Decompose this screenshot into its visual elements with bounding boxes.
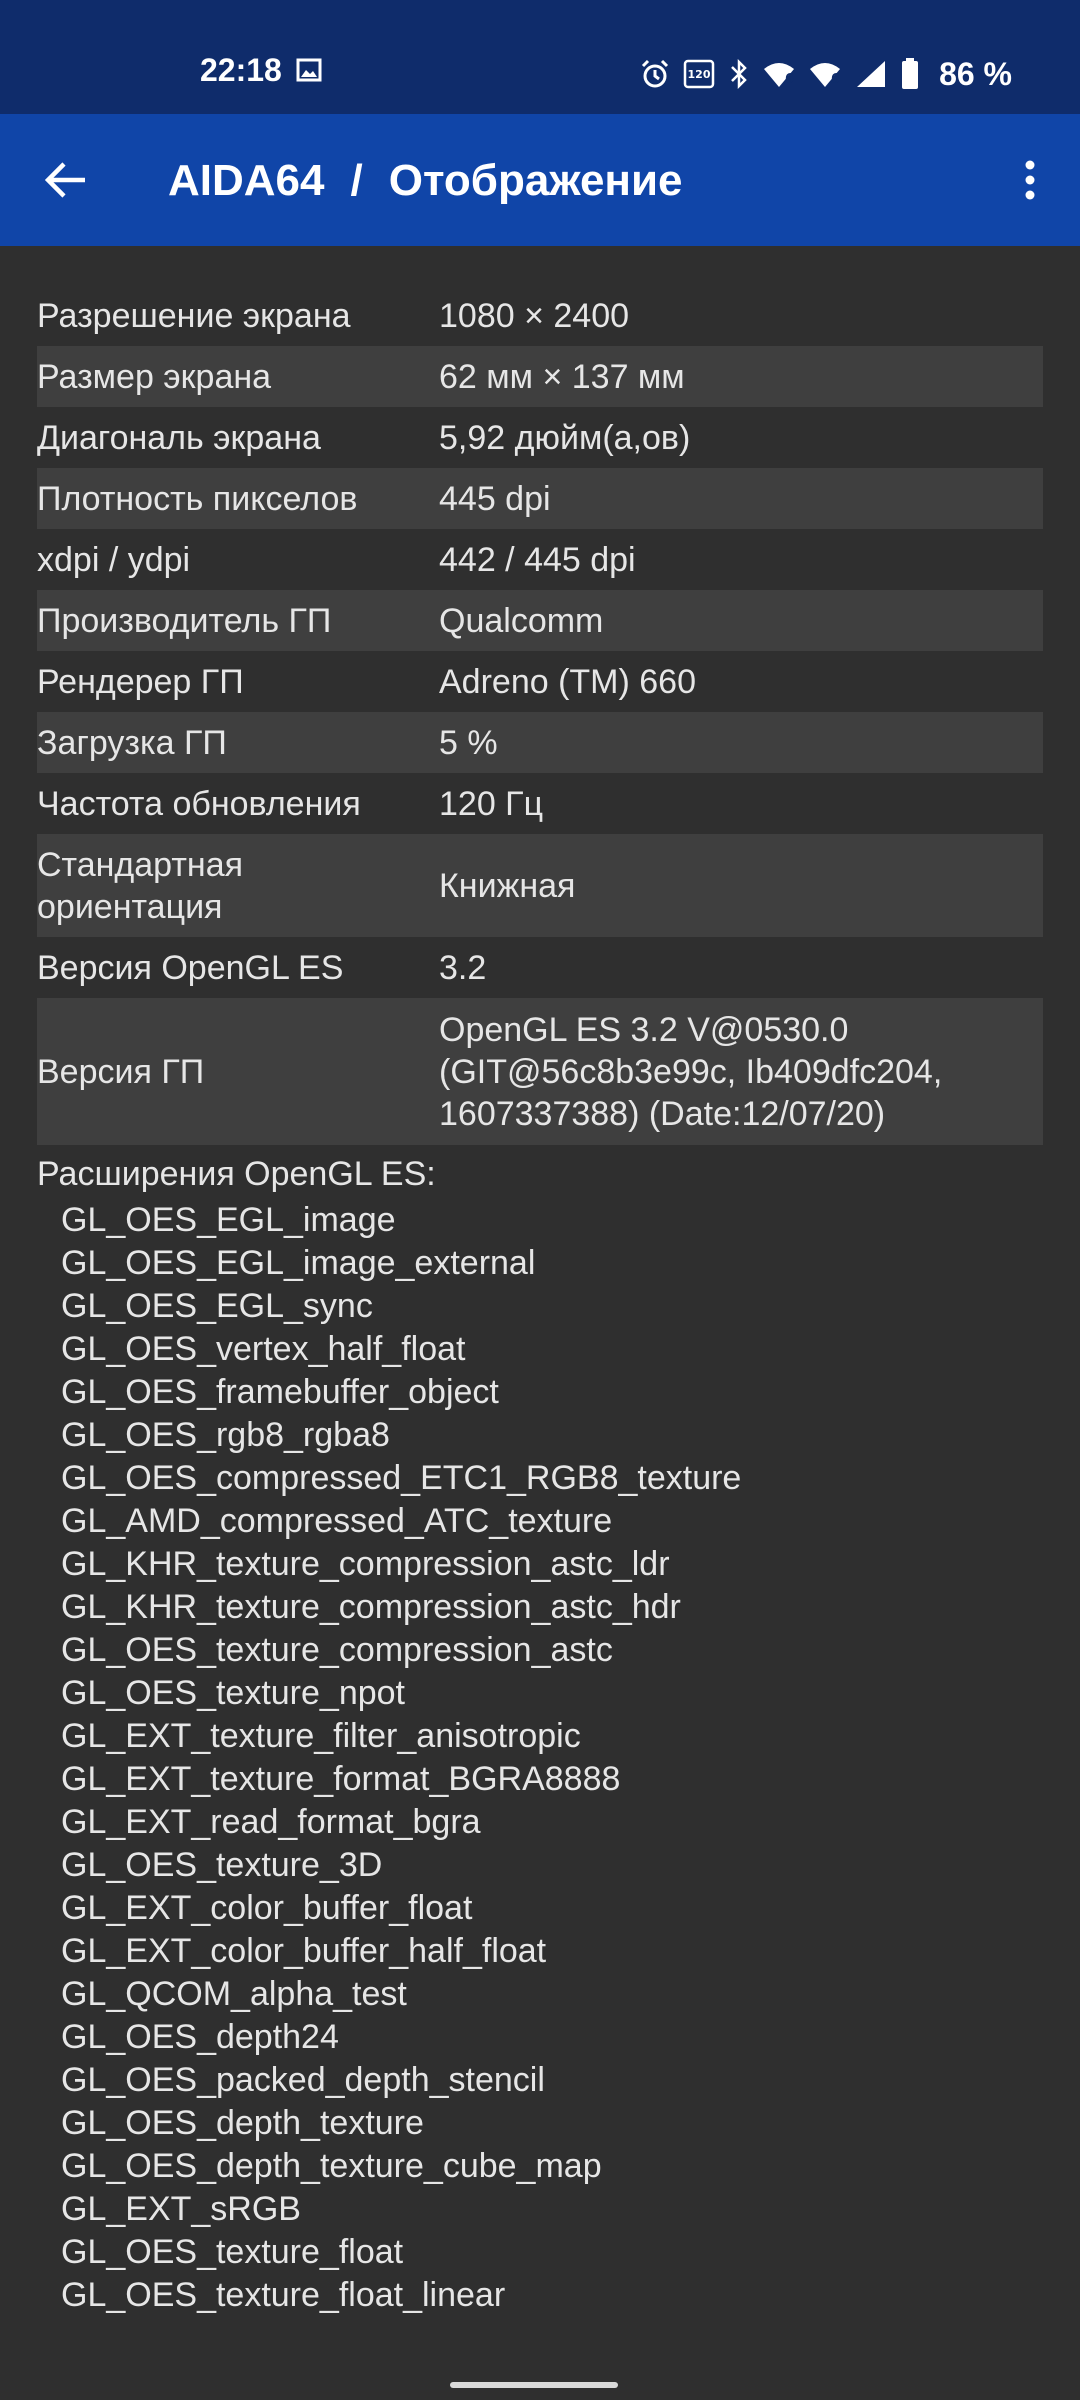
extension-item: GL_OES_texture_compression_astc (61, 1631, 613, 1669)
status-time: 22:18 (200, 52, 282, 88)
more-vert-icon (1025, 160, 1035, 200)
refresh-rate-icon: 120 (683, 59, 715, 89)
back-button[interactable] (36, 150, 96, 210)
extension-item: GL_EXT_sRGB (61, 2190, 301, 2228)
info-row-resolution: Разрешение экрана 1080 × 2400 (37, 285, 1043, 346)
display-info-content: Разрешение экрана 1080 × 2400 Размер экр… (37, 285, 1043, 2317)
extension-item: GL_OES_depth24 (61, 2018, 339, 2056)
refresh-badge-text: 120 (688, 68, 711, 81)
info-row-gpu-load: Загрузка ГП 5 % (37, 712, 1043, 773)
extension-item: GL_EXT_read_format_bgra (61, 1803, 481, 1841)
info-value: 1080 × 2400 (439, 296, 630, 335)
info-label: Разрешение экрана (37, 296, 351, 335)
info-row-pixel-density: Плотность пикселов 445 dpi (37, 468, 1043, 529)
extension-item: GL_OES_rgb8_rgba8 (61, 1416, 390, 1454)
status-icons: 120 6 6 86 % (641, 54, 1012, 94)
extensions-list: GL_OES_EGL_image GL_OES_EGL_image_extern… (61, 1199, 1043, 2317)
app-bar: AIDA64 / Отображение (0, 114, 1080, 246)
extension-item: GL_OES_EGL_image (61, 1201, 396, 1239)
extension-item: GL_EXT_color_buffer_half_float (61, 1932, 547, 1970)
info-label: Размер экрана (37, 357, 272, 396)
info-row-gpu-vendor: Производитель ГП Qualcomm (37, 590, 1043, 651)
info-value: Книжная (439, 866, 576, 905)
extension-item: GL_EXT_texture_filter_anisotropic (61, 1717, 581, 1755)
alarm-icon (642, 59, 669, 88)
info-label: Стандартная ориентация (37, 845, 244, 926)
battery-icon (902, 58, 919, 89)
info-row-refresh-rate: Частота обновления 120 Гц (37, 773, 1043, 834)
gesture-nav-handle[interactable] (450, 2382, 618, 2388)
extension-item: GL_OES_depth_texture (61, 2104, 424, 2142)
info-value: OpenGL ES 3.2 V@0530.0 (GIT@56c8b3e99c, … (439, 1010, 943, 1133)
extension-item: GL_OES_packed_depth_stencil (61, 2061, 545, 2099)
battery-percent: 86 % (939, 55, 1012, 92)
extension-item: GL_QCOM_alpha_test (61, 1975, 407, 2013)
arrow-back-icon (45, 162, 85, 198)
extension-item: GL_OES_EGL_sync (61, 1287, 373, 1325)
info-row-opengl-version: Версия OpenGL ES 3.2 (37, 937, 1043, 998)
info-value: 62 мм × 137 мм (439, 357, 685, 396)
extension-item: GL_EXT_color_buffer_float (61, 1889, 473, 1927)
info-value: 120 Гц (439, 784, 544, 823)
extension-item: GL_OES_texture_float (61, 2233, 404, 2271)
extension-item: GL_OES_texture_3D (61, 1846, 383, 1884)
signal-icon (857, 61, 886, 87)
extension-item: GL_OES_depth_texture_cube_map (61, 2147, 602, 2185)
info-label: xdpi / ydpi (37, 540, 191, 579)
app-name: AIDA64 (168, 156, 325, 205)
extension-item: GL_OES_EGL_image_external (61, 1244, 536, 1282)
extension-item: GL_OES_framebuffer_object (61, 1373, 499, 1411)
info-label: Производитель ГП (37, 601, 332, 640)
status-bar: 22:18 120 6 6 86 % (0, 0, 1080, 114)
extension-item: GL_OES_vertex_half_float (61, 1330, 466, 1368)
info-row-gpu-renderer: Рендерер ГП Adreno (TM) 660 (37, 651, 1043, 712)
extension-item: GL_KHR_texture_compression_astc_hdr (61, 1588, 681, 1626)
info-value: Adreno (TM) 660 (439, 662, 696, 701)
info-label: Плотность пикселов (37, 479, 358, 518)
overflow-menu-button[interactable] (1002, 150, 1058, 210)
bluetooth-icon (731, 59, 747, 89)
svg-text:6: 6 (785, 72, 794, 87)
info-row-screen-size: Размер экрана 62 мм × 137 мм (37, 346, 1043, 407)
page-title: AIDA64 / Отображение (168, 156, 683, 206)
extension-item: GL_OES_texture_npot (61, 1674, 406, 1712)
info-label: Версия ГП (37, 1052, 205, 1091)
info-label: Версия OpenGL ES (37, 948, 344, 987)
info-label: Диагональ экрана (37, 418, 321, 457)
image-icon (296, 58, 322, 82)
extension-item: GL_AMD_compressed_ATC_texture (61, 1502, 613, 1540)
extension-item: GL_OES_compressed_ETC1_RGB8_texture (61, 1459, 742, 1497)
info-row-orientation: Стандартная ориентация Книжная (37, 834, 1043, 937)
info-value: Qualcomm (439, 601, 604, 640)
info-value: 5 % (439, 723, 498, 762)
info-label: Рендерер ГП (37, 662, 244, 701)
extension-item: GL_OES_texture_float_linear (61, 2276, 506, 2314)
section-name: Отображение (388, 156, 683, 205)
info-value: 442 / 445 dpi (439, 540, 636, 579)
extensions-heading: Расширения OpenGL ES: (37, 1155, 436, 1193)
extension-item: GL_EXT_texture_format_BGRA8888 (61, 1760, 621, 1798)
info-row-gpu-version: Версия ГП OpenGL ES 3.2 V@0530.0 (GIT@56… (37, 998, 1043, 1145)
info-row-xdpi-ydpi: xdpi / ydpi 442 / 445 dpi (37, 529, 1043, 590)
info-label: Частота обновления (37, 784, 361, 823)
info-value: 5,92 дюйм(а,ов) (439, 418, 691, 457)
title-separator: / (350, 156, 363, 205)
svg-text:6: 6 (831, 72, 840, 87)
wifi-6-icon: 6 (764, 63, 794, 87)
wifi-6-icon: 6 (810, 63, 840, 87)
info-value: 445 dpi (439, 479, 551, 518)
info-label: Загрузка ГП (37, 723, 227, 762)
info-row-diagonal: Диагональ экрана 5,92 дюйм(а,ов) (37, 407, 1043, 468)
extension-item: GL_KHR_texture_compression_astc_ldr (61, 1545, 670, 1583)
info-value: 3.2 (439, 948, 487, 987)
